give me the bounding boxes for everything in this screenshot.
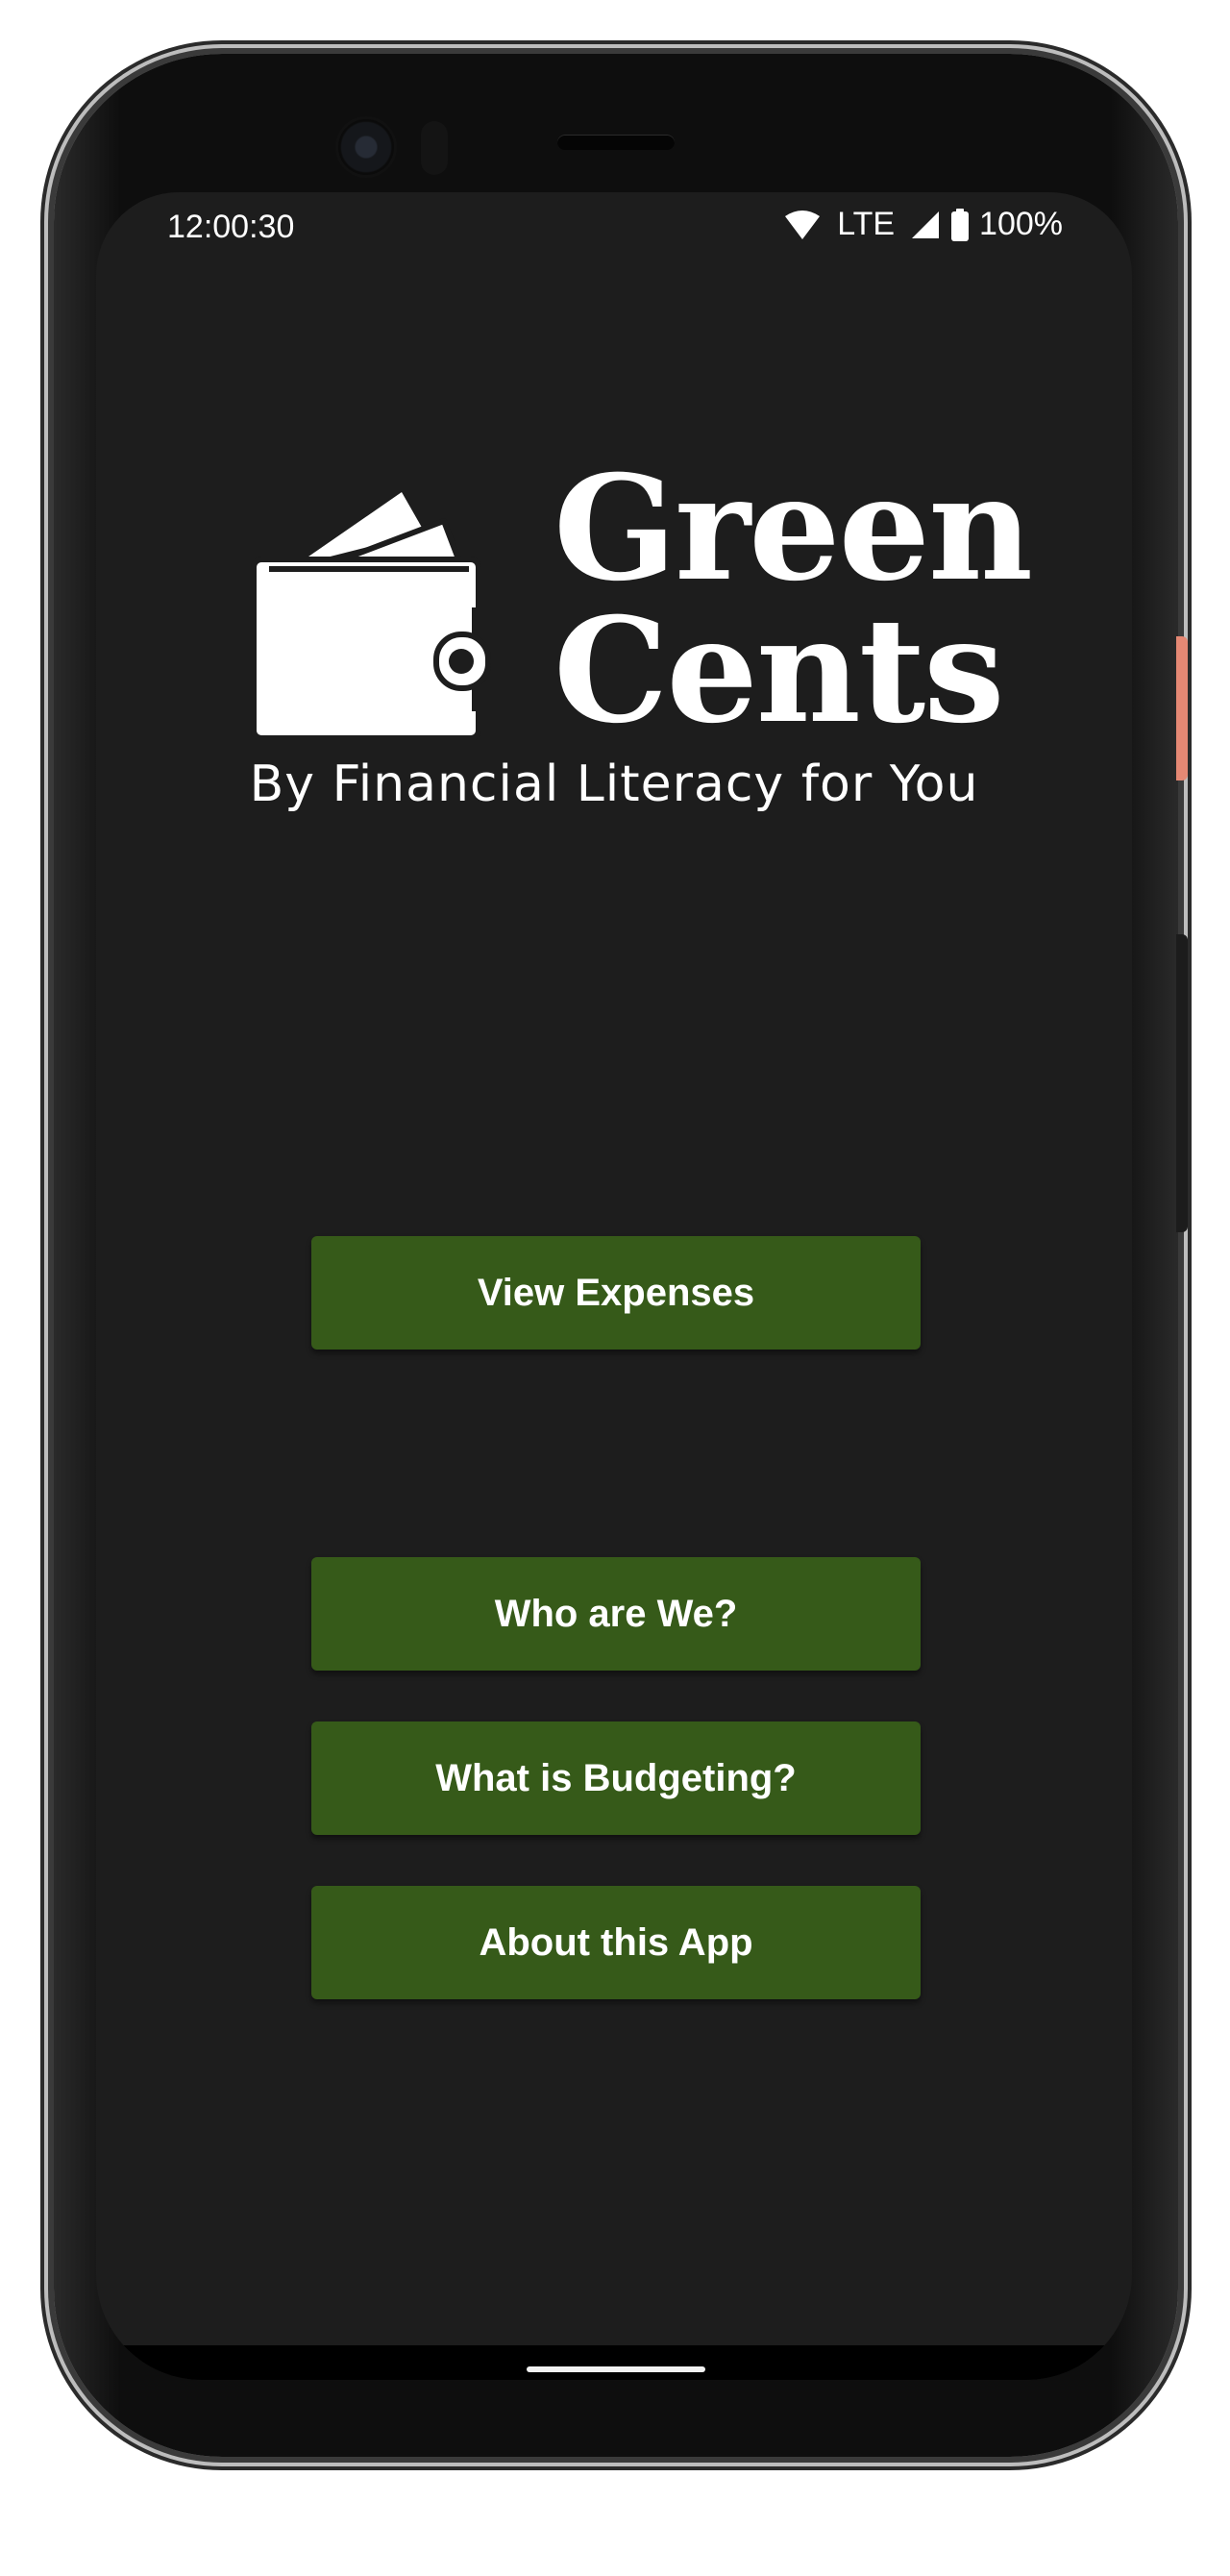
app-logo: Green Cents: [246, 457, 1033, 746]
who-are-we-button[interactable]: Who are We?: [311, 1557, 921, 1671]
navigation-bar: [96, 2345, 1132, 2380]
app-title-line2: Cents: [554, 586, 1005, 755]
battery-percent: 100%: [979, 206, 1063, 242]
app-screen: 12:00:30 LTE 100% Green Cents By Financi…: [96, 192, 1132, 2380]
status-icons: LTE 100%: [783, 206, 1063, 243]
wallet-icon: [246, 471, 515, 745]
volume-button[interactable]: [1176, 934, 1188, 1232]
earpiece-speaker: [557, 135, 675, 150]
tagline: By Financial Literacy for You: [249, 755, 979, 813]
signal-icon: [910, 210, 941, 240]
app-title: Green Cents: [554, 444, 1033, 755]
status-time: 12:00:30: [167, 209, 295, 245]
wifi-icon: [783, 209, 822, 241]
network-label: LTE: [837, 206, 896, 242]
proximity-sensor: [421, 121, 448, 175]
about-app-button[interactable]: About this App: [311, 1886, 921, 1999]
home-indicator[interactable]: [527, 2366, 705, 2372]
battery-icon: [950, 208, 970, 241]
front-camera: [338, 119, 394, 175]
what-is-budgeting-button[interactable]: What is Budgeting?: [311, 1721, 921, 1835]
app-title-line1: Green: [554, 444, 1033, 613]
power-button[interactable]: [1176, 636, 1188, 780]
status-bar: 12:00:30 LTE 100%: [96, 192, 1132, 269]
view-expenses-button[interactable]: View Expenses: [311, 1236, 921, 1350]
